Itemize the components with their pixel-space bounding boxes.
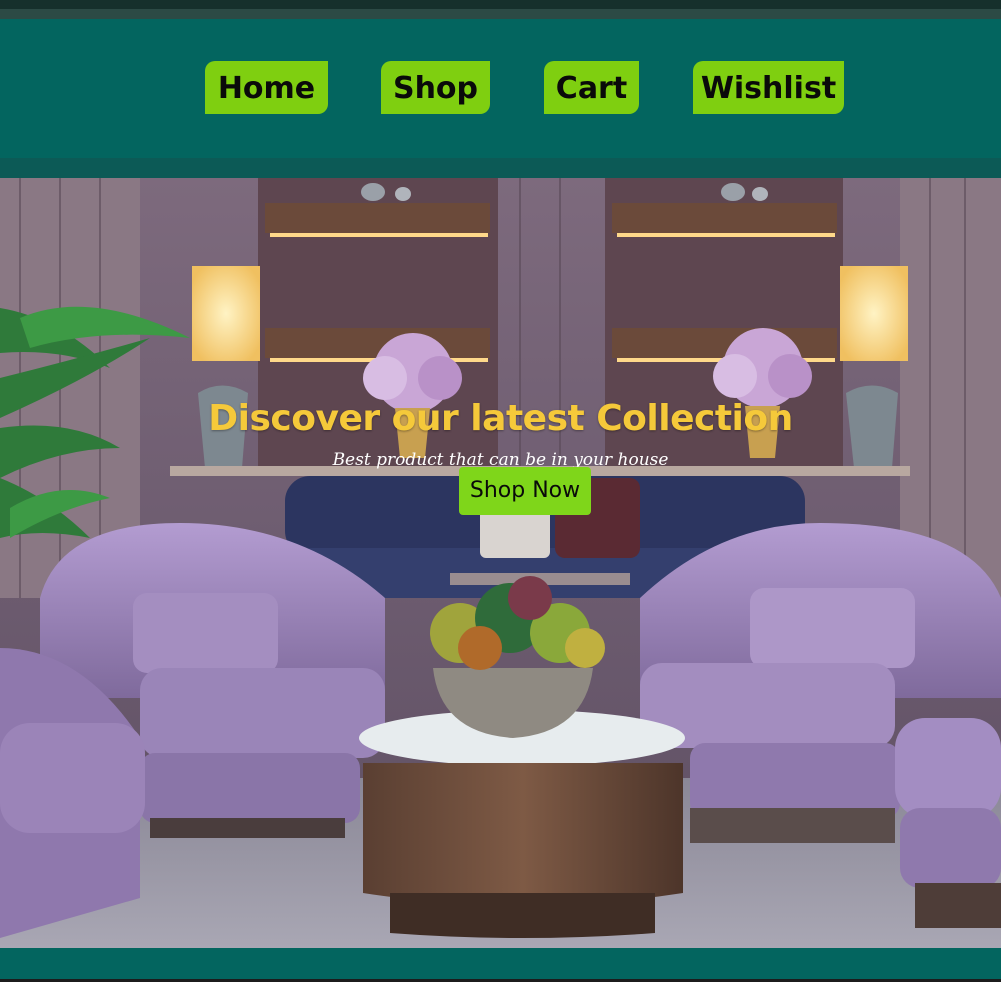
main-navigation <box>0 19 1001 158</box>
hero-title: Discover our latest Collection <box>208 398 793 440</box>
footer-bar <box>0 948 1001 982</box>
nav-shop-link[interactable]: Shop <box>381 61 490 114</box>
top-border <box>0 0 1001 9</box>
shop-now-button[interactable]: Shop Now <box>459 467 591 515</box>
top-border-secondary <box>0 9 1001 19</box>
nav-home-link[interactable]: Home <box>205 61 328 114</box>
nav-cart-link[interactable]: Cart <box>544 61 639 114</box>
hero-background-image <box>0 178 1001 948</box>
nav-bottom-strip <box>0 158 1001 178</box>
nav-wishlist-link[interactable]: Wishlist <box>693 61 844 114</box>
hero-banner: Discover our latest Collection Best prod… <box>0 178 1001 948</box>
